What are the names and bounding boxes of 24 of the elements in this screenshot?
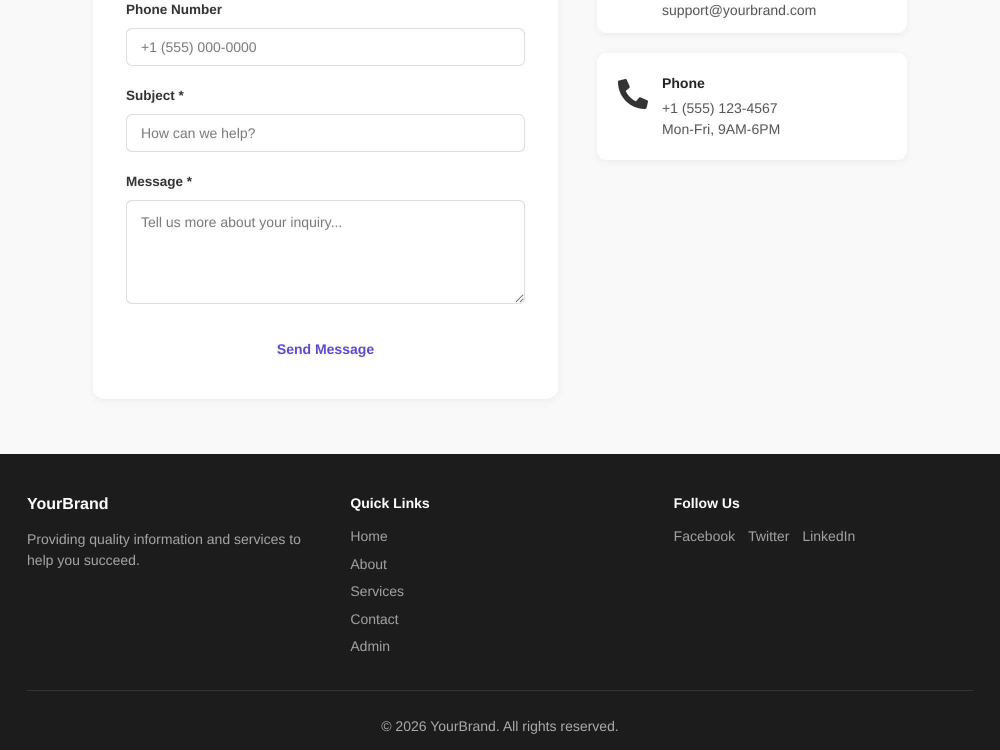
footer-heading: Follow Us [674, 494, 740, 512]
social-link[interactable]: LinkedIn [802, 526, 856, 546]
footer-description: Providing quality information and services to help you succeed. [27, 530, 302, 570]
social-link[interactable]: Facebook [674, 526, 736, 546]
footer-heading: Quick Links [350, 494, 430, 512]
field-label: Message * [126, 173, 192, 191]
input-field[interactable]: How can we help? [126, 114, 525, 152]
contact-detail: support@yourbrand.com [662, 1, 816, 20]
footer-link[interactable]: Services [350, 581, 404, 601]
contact-detail: Mon-Fri, 9AM-6PM [662, 120, 780, 139]
message-field[interactable]: Tell us more about your inquiry... [126, 200, 525, 304]
input-field[interactable]: +1 (555) 000-0000 [126, 28, 525, 66]
footer-brand: YourBrand [27, 495, 108, 515]
social-link[interactable]: Twitter [748, 526, 790, 546]
field-label: Subject * [126, 87, 184, 105]
footer-link[interactable]: Admin [350, 636, 390, 656]
footer-link[interactable]: Home [350, 526, 388, 546]
copyright-text: © 2026 YourBrand. All rights reserved. [381, 717, 619, 736]
footer-link[interactable]: About [350, 554, 387, 574]
phone-icon [618, 79, 648, 109]
contact-detail: +1 (555) 123-4567 [662, 99, 778, 118]
field-label: Phone Number [126, 1, 222, 19]
contact-title: Phone [662, 74, 705, 93]
footer-link[interactable]: Contact [350, 608, 399, 628]
